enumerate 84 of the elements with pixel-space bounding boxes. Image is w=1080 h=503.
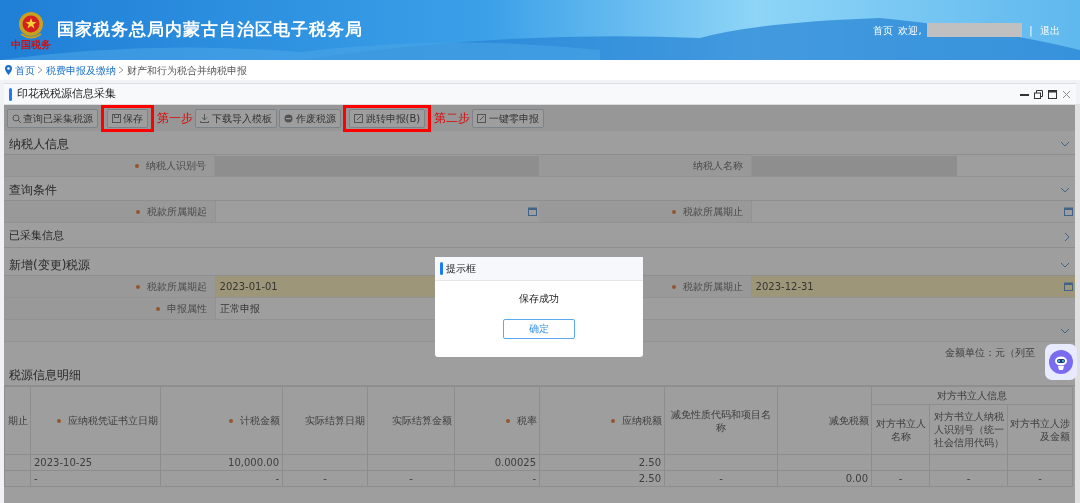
- search-icon: [11, 113, 21, 123]
- table-cell: -: [871, 470, 930, 487]
- column-header: 对方书立人名称: [871, 404, 930, 455]
- column-header: 税率: [517, 415, 537, 426]
- breadcrumb-link[interactable]: 首页: [14, 62, 35, 78]
- site-title: 国家税务总局内蒙古自治区电子税务局: [57, 18, 363, 42]
- chevron-right-icon[interactable]: [1064, 231, 1070, 242]
- toolbar-button[interactable]: 查询已采集税源: [6, 108, 98, 128]
- table-cell: -: [454, 470, 540, 487]
- column-header: 期止: [4, 386, 31, 455]
- ok-button[interactable]: 确定: [503, 318, 575, 339]
- logo-caption: 中国税务: [11, 40, 51, 50]
- pencil-square-icon: [477, 113, 487, 123]
- table-cell: 0.00: [777, 470, 872, 487]
- column-group-header: 对方书立人信息: [871, 386, 1073, 405]
- dialog-title: 提示框: [445, 262, 476, 276]
- table-cell: -: [160, 470, 283, 487]
- toolbar-button[interactable]: 一键零申报: [472, 108, 544, 128]
- download-icon: [200, 113, 209, 123]
- chevron-right-icon: [118, 66, 124, 74]
- chevron-right-icon: [37, 66, 43, 74]
- table-cell: 10,000.00: [160, 454, 283, 471]
- chevron-down-icon[interactable]: [1060, 261, 1070, 268]
- table-cell: 0.00025: [454, 454, 540, 471]
- emblem-icon: [17, 10, 45, 40]
- home-link[interactable]: 首页: [873, 22, 894, 38]
- chevron-down-icon[interactable]: [1060, 140, 1070, 147]
- section-title: 新增(变更)税源: [9, 256, 91, 274]
- column-header: 应纳税额: [622, 415, 662, 426]
- restore-icon[interactable]: [1034, 89, 1043, 99]
- column-header: 计税金额: [240, 415, 280, 426]
- column-header: 减免性质代码和项目名称: [664, 386, 778, 455]
- pencil-square-icon: [354, 113, 363, 123]
- table-cell: -: [282, 470, 368, 487]
- label-text: 纳税人识别号: [146, 159, 207, 173]
- section-title: 税源信息明细: [9, 366, 81, 384]
- toolbar-button[interactable]: 保存: [106, 108, 148, 128]
- annotation-note: 第一步: [156, 110, 193, 127]
- panel-title: 印花税税源信息采集: [17, 85, 116, 102]
- toolbar-button[interactable]: 作废税源: [279, 108, 341, 128]
- section-title: 已采集信息: [9, 228, 64, 245]
- table-cell: -: [367, 470, 455, 487]
- table-cell: -: [929, 470, 1008, 487]
- title-accent-bar: [9, 87, 12, 101]
- minus-circle-icon: [284, 113, 293, 123]
- calendar-icon[interactable]: [527, 207, 537, 216]
- close-icon[interactable]: [1062, 89, 1071, 99]
- table-cell: 2023-10-25: [30, 454, 161, 471]
- chevron-down-icon[interactable]: [1060, 186, 1070, 193]
- table-cell: 2.50: [539, 470, 665, 487]
- table-cell: -: [1007, 470, 1073, 487]
- separator-text: |: [1029, 23, 1033, 38]
- chevron-down-icon[interactable]: [1060, 327, 1070, 334]
- breadcrumb-link[interactable]: 税费申报及缴纳: [45, 62, 116, 78]
- calendar-icon[interactable]: [1063, 282, 1073, 291]
- location-pin-icon: [5, 65, 12, 75]
- title-accent-bar: [440, 262, 443, 275]
- maximize-icon[interactable]: [1048, 89, 1057, 99]
- column-header: 实际结算日期: [282, 386, 368, 455]
- table-cell: -: [664, 470, 778, 487]
- table-cell: 2.50: [539, 454, 665, 471]
- column-header: 减免税额: [777, 386, 872, 455]
- welcome-text: 欢迎,: [898, 23, 922, 38]
- label-text: 税款所属期止: [682, 280, 743, 294]
- chat-assistant-button[interactable]: [1045, 344, 1077, 380]
- breadcrumb-current: 财产和行为税合并纳税申报: [126, 63, 247, 78]
- date-field[interactable]: 2023-12-31: [751, 276, 1075, 297]
- table-cell: -: [30, 470, 161, 487]
- toolbar-button[interactable]: 下载导入模板: [195, 108, 277, 128]
- label-text: 纳税人名称: [692, 159, 743, 173]
- annotation-note: 第二步: [433, 110, 470, 127]
- label-text: 申报属性: [167, 302, 207, 316]
- section-title: 查询条件: [9, 181, 57, 199]
- column-header: 实际结算金额: [367, 386, 455, 455]
- column-header: 应纳税凭证书立日期: [68, 415, 158, 426]
- toolbar-button[interactable]: 跳转申报(B): [349, 108, 426, 128]
- label-text: 税款所属期起: [146, 205, 207, 219]
- label-text: 税款所属期起: [146, 280, 207, 294]
- calendar-icon[interactable]: [1063, 207, 1073, 216]
- column-header: 对方书立人涉及金额: [1007, 404, 1073, 455]
- robot-icon: [1049, 350, 1073, 374]
- label-text: 税款所属期止: [682, 205, 743, 219]
- unit-note: 金额单位：元（列至: [945, 345, 1035, 360]
- section-title: 纳税人信息: [9, 135, 69, 153]
